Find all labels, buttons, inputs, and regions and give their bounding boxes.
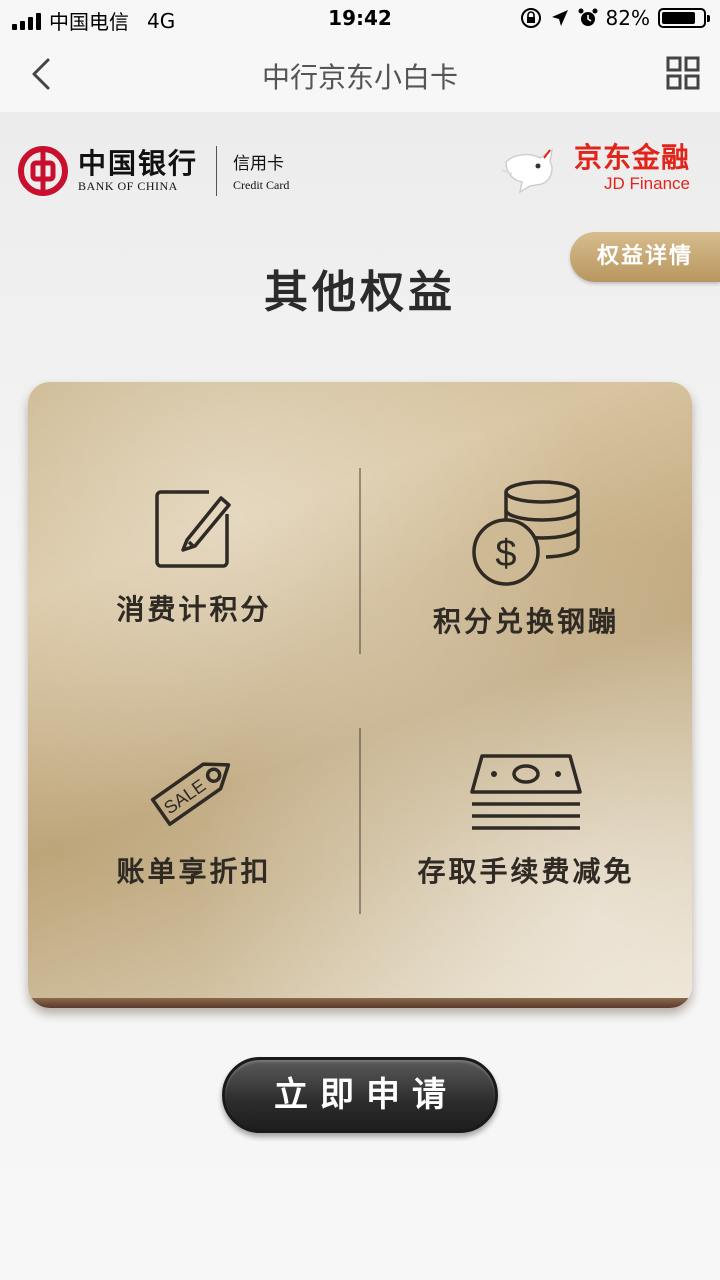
benefit-label: 存取手续费减免	[417, 855, 635, 888]
orientation-lock-icon	[520, 8, 541, 28]
boc-english-name: BANK OF CHINA	[78, 178, 178, 193]
battery-percent: 82%	[605, 6, 650, 30]
benefit-label: 消费计积分	[116, 593, 272, 626]
jd-finance-logo: 京东金融 JD Finance	[500, 140, 690, 196]
navigation-bar: 中行京东小白卡	[0, 38, 720, 113]
main-content: 中国银行 BANK OF CHINA 信用卡 Credit Card 京东金融 …	[0, 112, 720, 1280]
apply-now-button[interactable]: 立即申请	[222, 1057, 498, 1133]
benefit-label: 账单享折扣	[116, 855, 272, 888]
battery-icon	[658, 8, 710, 28]
benefit-fee-waiver: 存取手续费减免	[360, 752, 692, 890]
status-bar: 中国电信 4G 19:42 82%	[0, 0, 720, 38]
benefit-bill-discount: SALE 账单享折扣	[28, 742, 360, 890]
page-title: 中行京东小白卡	[261, 61, 458, 94]
credit-card-chinese: 信用卡	[233, 154, 285, 174]
cash-stack-icon	[470, 754, 582, 830]
grid-menu-icon[interactable]	[666, 56, 700, 90]
credit-card-english: Credit Card	[233, 178, 290, 192]
sale-tag-icon: SALE	[150, 762, 231, 826]
bank-of-china-emblem-icon	[18, 146, 68, 196]
benefits-card: 消费计积分 $ 积分兑换钢蹦 SALE 账单享折扣 存取手续费减免	[28, 382, 692, 1008]
jd-mascot-dog-icon	[501, 148, 554, 194]
jd-finance-chinese: 京东金融	[573, 141, 690, 174]
logo-divider	[216, 146, 218, 196]
boc-chinese-name: 中国银行	[78, 146, 199, 180]
edit-icon	[155, 490, 231, 568]
location-arrow-icon	[551, 10, 568, 26]
benefit-points-redeem: $ 积分兑换钢蹦	[360, 478, 692, 640]
bank-of-china-logo: 中国银行 BANK OF CHINA 信用卡 Credit Card	[18, 146, 289, 196]
jd-finance-english: JD Finance	[604, 174, 690, 193]
section-title: 其他权益	[264, 267, 456, 318]
alarm-icon	[578, 8, 598, 26]
svg-text:$: $	[495, 533, 516, 575]
benefit-points-earning: 消费计积分	[28, 484, 360, 628]
coin-stack-icon: $	[472, 480, 580, 586]
benefit-label: 积分兑换钢蹦	[432, 605, 619, 638]
